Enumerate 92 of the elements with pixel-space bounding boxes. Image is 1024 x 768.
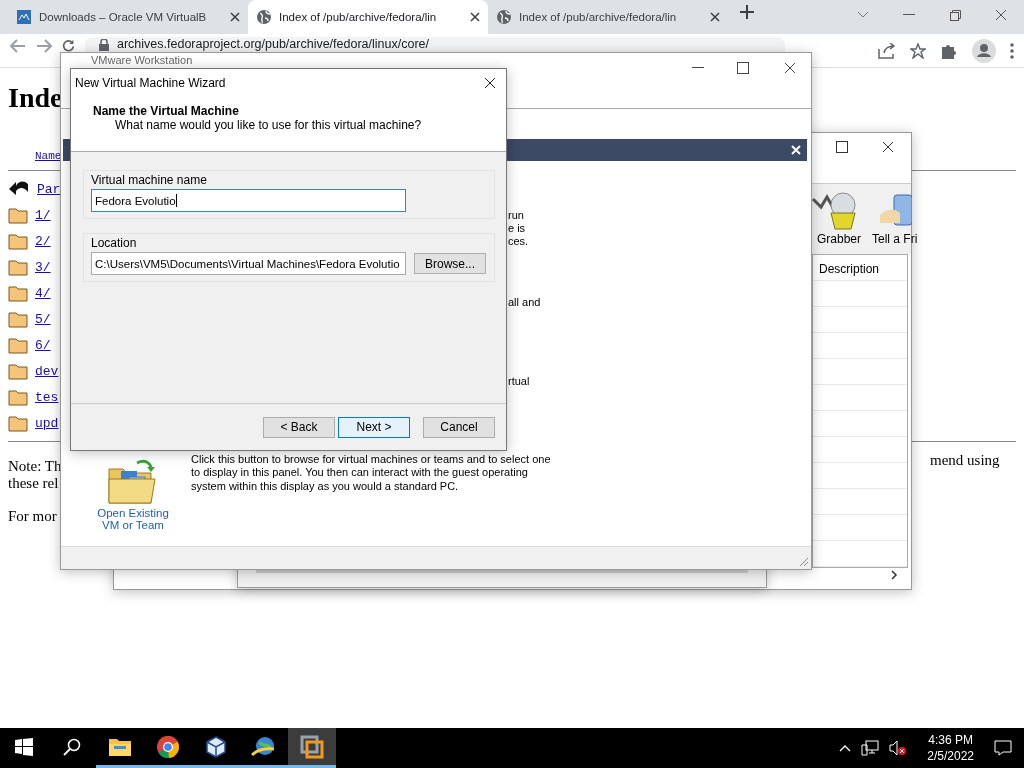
folder-icon xyxy=(8,284,28,302)
profile-icon[interactable] xyxy=(972,39,996,63)
folder-icon xyxy=(108,736,132,757)
close-icon[interactable] xyxy=(230,12,240,22)
directory-link[interactable]: 1/ xyxy=(35,207,51,223)
column-header[interactable]: Description xyxy=(819,262,880,276)
directory-link[interactable]: dev xyxy=(35,363,59,379)
dialog-title: New Virtual Machine Wizard xyxy=(75,76,226,90)
back-icon[interactable] xyxy=(10,39,26,53)
grabber-drawing xyxy=(811,189,859,233)
browser-tab[interactable]: Index of /pub/archive/fedora/lin xyxy=(248,0,488,34)
windows-start-icon[interactable] xyxy=(15,737,33,756)
chevron-up-icon[interactable] xyxy=(839,744,852,752)
minimize-icon[interactable] xyxy=(692,67,704,69)
panel-text: run xyxy=(508,209,524,221)
directory-link[interactable]: 4/ xyxy=(35,285,51,301)
panel-text: rtual xyxy=(508,375,530,387)
globe-icon xyxy=(256,9,272,25)
folder-icon xyxy=(8,388,28,406)
browse-button[interactable]: Browse... xyxy=(414,253,486,274)
maximize-icon[interactable] xyxy=(836,141,848,153)
open-folder-icon[interactable] xyxy=(107,457,157,505)
share-icon[interactable] xyxy=(878,43,896,59)
reload-icon[interactable] xyxy=(62,39,75,52)
directory-link[interactable]: 2/ xyxy=(35,233,51,249)
restore-icon[interactable] xyxy=(949,9,961,21)
close-icon[interactable] xyxy=(470,12,480,22)
folder-icon xyxy=(8,258,28,276)
cube-icon xyxy=(204,734,228,759)
page-heading: Inde xyxy=(8,82,63,114)
resize-grip-icon[interactable] xyxy=(799,557,809,567)
new-tab-icon[interactable] xyxy=(740,5,754,19)
close-icon[interactable] xyxy=(484,77,496,89)
toolbar-label[interactable]: Grabber xyxy=(817,232,862,246)
star-icon[interactable] xyxy=(910,43,926,59)
scroll-right-icon[interactable] xyxy=(891,570,898,580)
directory-link[interactable]: 5/ xyxy=(35,311,51,327)
muted-speaker-icon[interactable] xyxy=(889,740,908,756)
clock[interactable]: 4:36 PM 2/5/2022 xyxy=(927,732,974,764)
browser-tab[interactable]: Index of /pub/archive/fedora/lin xyxy=(488,0,728,34)
address-bar[interactable]: archives.fedoraproject.org/pub/archive/fedora/linux/core/ xyxy=(85,37,785,52)
text-field[interactable]: C:\Users\VM5\Documents\Virtual Machines\Fedora Evolutio xyxy=(91,252,406,275)
folder-icon xyxy=(8,362,28,380)
field-label: Virtual machine name xyxy=(91,173,207,187)
toolbar-label[interactable]: Tell a Fri xyxy=(872,232,918,246)
maximize-icon[interactable] xyxy=(737,62,749,74)
forward-icon[interactable] xyxy=(36,39,52,53)
network-icon[interactable] xyxy=(861,740,880,756)
directory-link[interactable]: Par xyxy=(37,181,61,197)
directory-link[interactable]: tes xyxy=(35,389,59,405)
close-icon[interactable] xyxy=(710,12,720,22)
folder-icon xyxy=(8,336,28,354)
dialog-heading: Name the Virtual Machine xyxy=(93,104,239,118)
browser-tab[interactable]: Downloads – Oracle VM VirtualB xyxy=(8,0,248,34)
dialog-button[interactable]: < Back xyxy=(263,416,335,438)
minimize-icon[interactable] xyxy=(903,14,915,16)
back-arrow-icon xyxy=(8,180,30,198)
chrome-icon xyxy=(156,734,180,759)
chevron-down-icon[interactable] xyxy=(857,11,869,19)
panel-text: all and xyxy=(508,296,541,308)
sort-link[interactable]: Name xyxy=(35,150,62,162)
notification-icon[interactable] xyxy=(994,740,1012,756)
dialog-subheading: What name would you like to use for this virtual machine? xyxy=(115,118,422,132)
lock-icon xyxy=(99,38,109,51)
panel-text: ces. xyxy=(508,235,529,247)
description-text: Click this button to browse for virtual machines or teams and to select one to display in this panel. You then can interact with the guest operating system within this display as you would a standard PC. xyxy=(191,453,551,493)
folder-icon xyxy=(8,310,28,328)
directory-link[interactable]: upd xyxy=(35,415,59,431)
folder-icon xyxy=(8,206,28,224)
note-text: mend using xyxy=(930,452,1000,469)
note-text: For mor xyxy=(8,508,57,525)
note-text: Note: Th xyxy=(8,458,62,475)
panel-text: e is xyxy=(508,222,526,234)
menu-icon[interactable] xyxy=(1010,43,1014,59)
close-icon[interactable] xyxy=(882,141,894,153)
folder-icon xyxy=(8,414,28,432)
search-icon[interactable] xyxy=(63,737,81,756)
text-field[interactable]: Fedora Evolutio xyxy=(91,189,406,212)
puzzle-icon[interactable] xyxy=(940,42,958,60)
globe-icon xyxy=(496,9,512,25)
field-label: Location xyxy=(91,236,137,250)
open-existing-vm-link[interactable]: Open Existing VM or Team xyxy=(91,507,175,531)
folder-icon xyxy=(8,232,28,250)
dialog-button[interactable]: Cancel xyxy=(423,416,495,438)
dialog-button[interactable]: Next > xyxy=(338,416,410,438)
globe-icon xyxy=(251,734,277,759)
close-icon[interactable] xyxy=(784,62,796,74)
directory-link[interactable]: 3/ xyxy=(35,259,51,275)
vmware-icon xyxy=(300,734,324,759)
note-text: these rel xyxy=(8,475,59,492)
window-title: VMware Workstation xyxy=(91,54,193,67)
directory-link[interactable]: 6/ xyxy=(35,337,51,353)
